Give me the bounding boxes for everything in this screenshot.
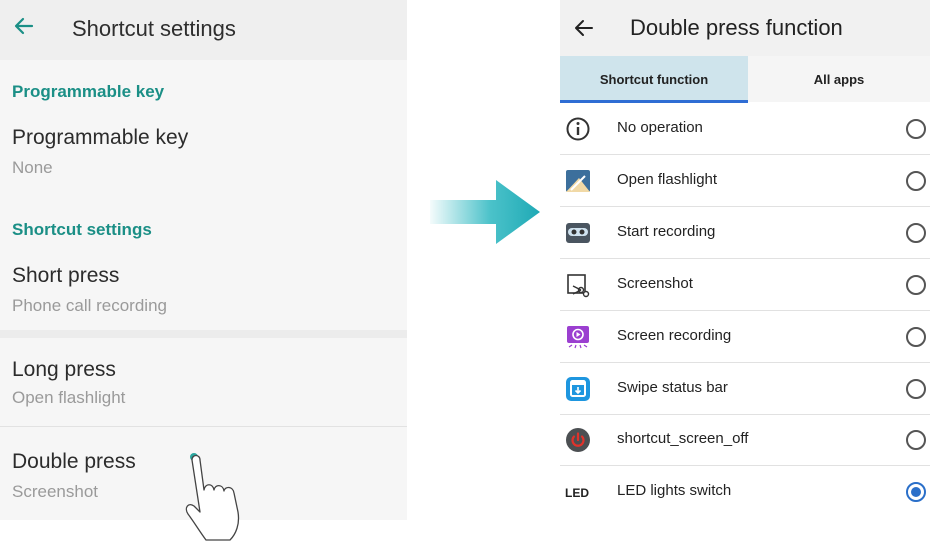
option-shortcut-screen-off[interactable]: shortcut_screen_off	[560, 414, 930, 466]
radio-button[interactable]	[906, 275, 926, 295]
radio-button[interactable]	[906, 223, 926, 243]
recorder-icon	[566, 223, 590, 243]
radio-button[interactable]	[906, 379, 926, 399]
tab-shortcut-function[interactable]: Shortcut function	[560, 56, 748, 102]
option-label: Screen recording	[617, 327, 732, 344]
option-label: shortcut_screen_off	[617, 430, 749, 447]
transition-arrow-icon	[430, 180, 540, 244]
status-bar-icon	[566, 377, 590, 401]
shortcut-settings-header: Shortcut settings	[0, 0, 407, 60]
info-icon	[566, 117, 590, 141]
programmable-key-value: None	[12, 158, 53, 177]
radio-button[interactable]	[906, 171, 926, 191]
option-screen-recording[interactable]: Screen recording	[560, 311, 930, 363]
option-open-flashlight[interactable]: Open flashlight	[560, 155, 930, 207]
long-press-item[interactable]: Long press Open flashlight	[0, 350, 407, 422]
tab-all-apps[interactable]: All apps	[748, 56, 930, 102]
option-label: No operation	[617, 119, 703, 136]
option-no-operation[interactable]: No operation	[560, 103, 930, 155]
option-swipe-status-bar[interactable]: Swipe status bar	[560, 363, 930, 415]
double-press-header: Double press function	[560, 0, 930, 56]
short-press-item[interactable]: Short press Phone call recording	[0, 256, 407, 328]
power-icon	[566, 428, 590, 452]
back-arrow-icon[interactable]	[12, 14, 36, 38]
radio-button-selected[interactable]	[906, 482, 926, 502]
shortcut-settings-screen: Shortcut settings Programmable key Progr…	[0, 0, 407, 520]
option-label: Swipe status bar	[617, 379, 728, 396]
flashlight-icon	[566, 170, 590, 192]
led-icon: LED	[565, 486, 589, 500]
section-header-programmable-key: Programmable key	[12, 82, 165, 101]
radio-button[interactable]	[906, 327, 926, 347]
back-arrow-icon[interactable]	[572, 16, 596, 40]
divider	[0, 426, 407, 427]
option-label: LED lights switch	[617, 482, 732, 499]
radio-button[interactable]	[906, 430, 926, 450]
long-press-value: Open flashlight	[12, 388, 126, 407]
double-press-value: Screenshot	[12, 482, 98, 501]
option-led-lights-switch[interactable]: LED LED lights switch	[560, 466, 930, 517]
option-screenshot[interactable]: Screenshot	[560, 259, 930, 311]
programmable-key-item[interactable]: Programmable key None	[0, 118, 407, 190]
option-label: Open flashlight	[617, 171, 718, 188]
screenshot-icon	[567, 274, 590, 298]
divider	[0, 330, 407, 338]
svg-text:LED: LED	[565, 486, 589, 500]
section-header-shortcut-settings: Shortcut settings	[12, 220, 152, 239]
long-press-label: Long press	[12, 358, 116, 381]
option-label: Screenshot	[617, 275, 693, 292]
page-title: Double press function	[630, 15, 843, 40]
double-press-label: Double press	[12, 450, 136, 473]
short-press-label: Short press	[12, 264, 120, 287]
tapping-hand-icon	[185, 454, 240, 541]
double-press-function-screen: Double press function Shortcut function …	[560, 0, 930, 516]
short-press-value: Phone call recording	[12, 296, 167, 315]
option-label: Start recording	[617, 223, 716, 240]
option-start-recording[interactable]: Start recording	[560, 207, 930, 259]
screen-recording-icon	[567, 326, 589, 349]
page-title: Shortcut settings	[72, 16, 236, 41]
radio-button[interactable]	[906, 119, 926, 139]
programmable-key-label: Programmable key	[12, 126, 189, 149]
